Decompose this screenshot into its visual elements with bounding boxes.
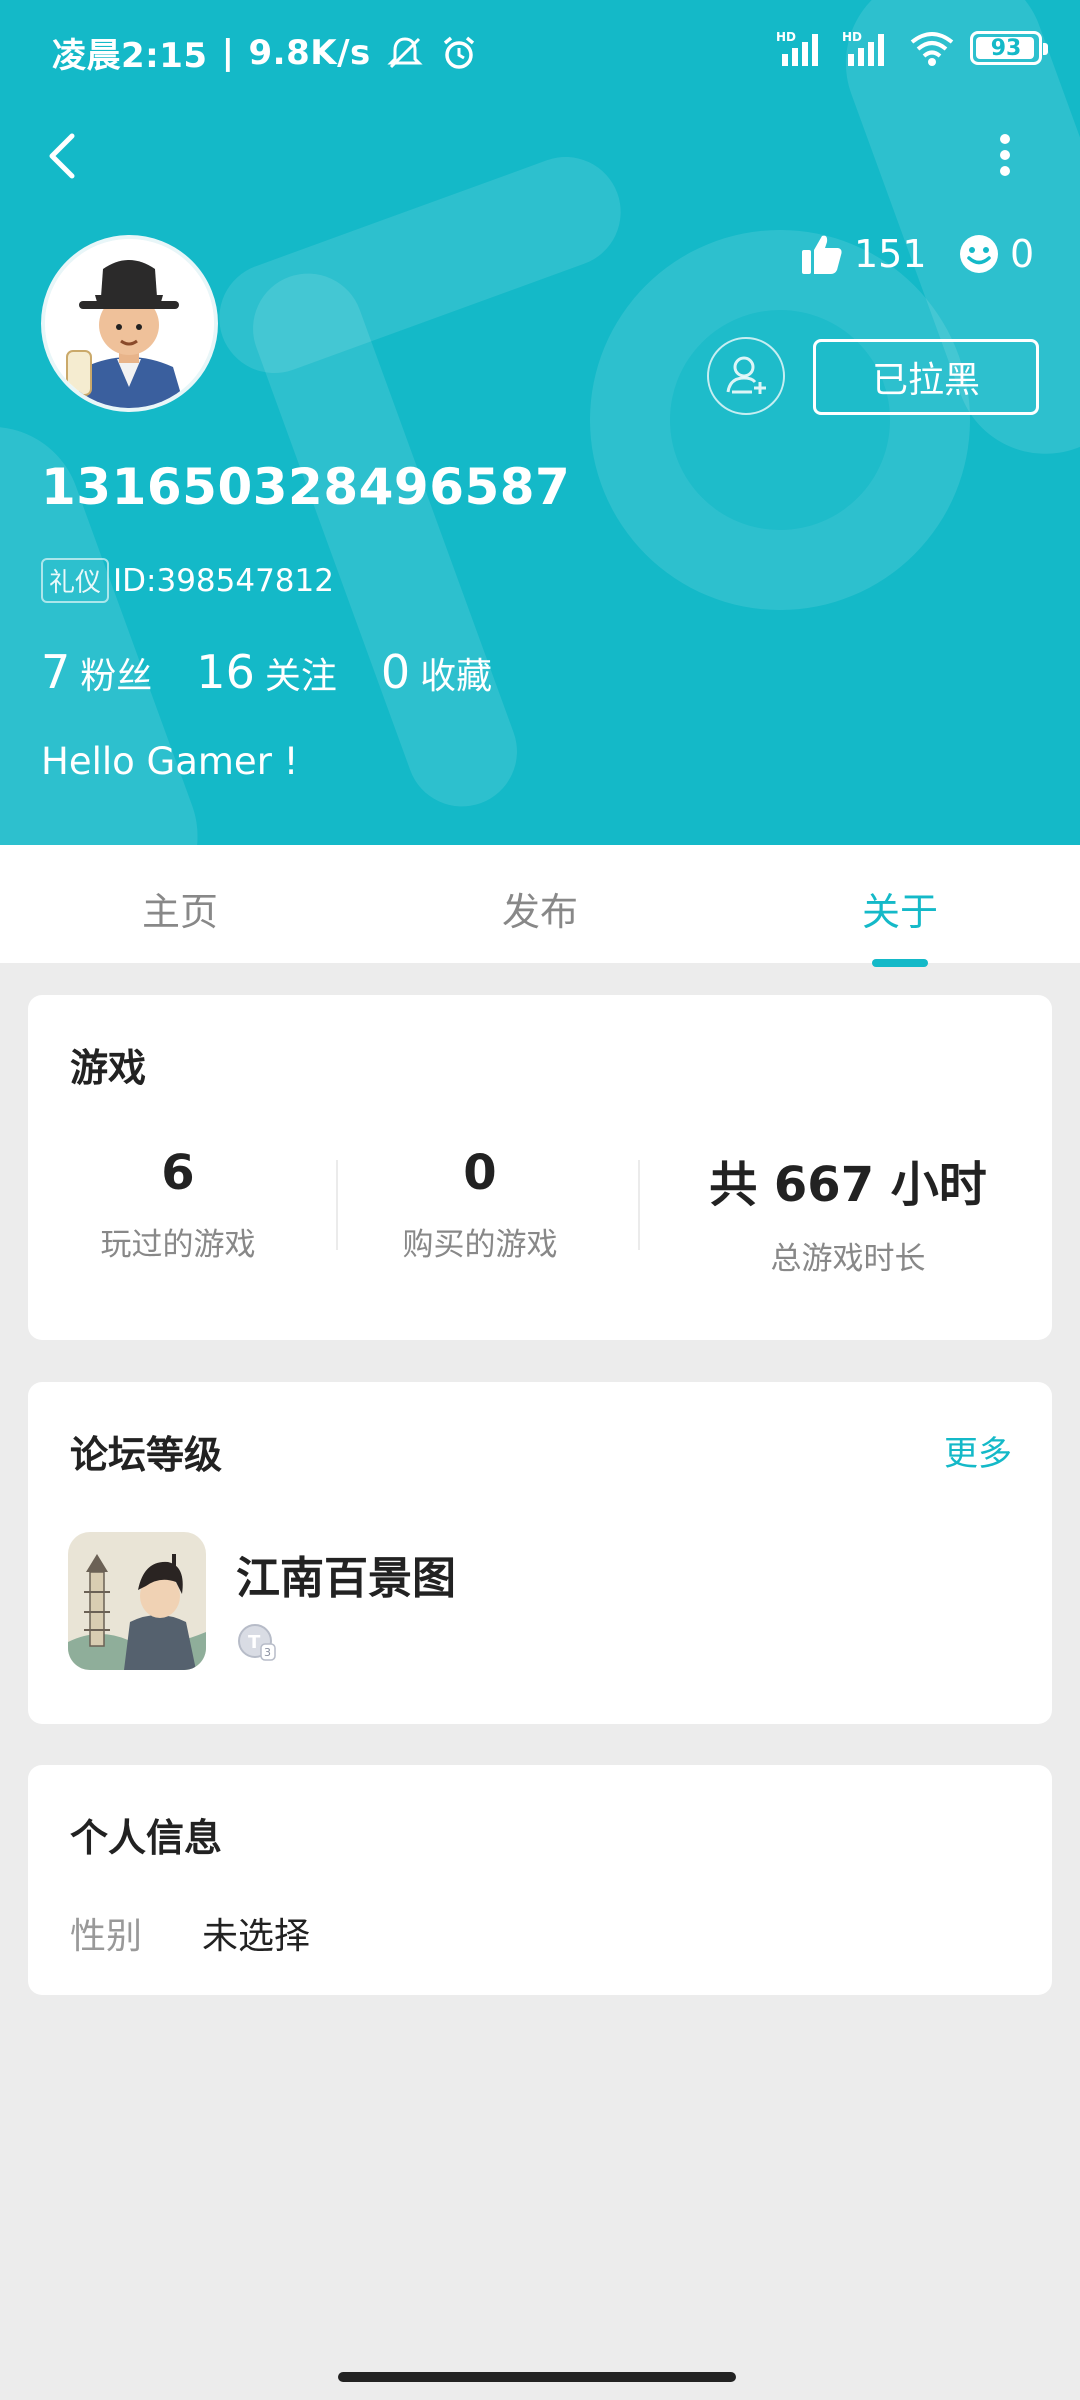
profile-header: 凌晨2:15 | 9.8K/s HD HD 93 151 0 已拉黑 13165…	[0, 0, 1080, 845]
smiles-counter[interactable]: 0	[958, 232, 1034, 276]
svg-text:T: T	[248, 1632, 261, 1653]
user-id: ID:398547812	[113, 562, 334, 599]
home-indicator[interactable]	[338, 2372, 736, 2382]
personal-info-card: 个人信息 性别 未选择	[28, 1765, 1052, 1995]
tab-posts[interactable]: 发布	[502, 881, 578, 936]
add-user-icon	[726, 356, 766, 394]
status-time: 凌晨2:15	[52, 36, 208, 76]
gender-value: 未选择	[202, 1916, 311, 1957]
played-games-stat[interactable]: 6 玩过的游戏	[68, 1145, 288, 1264]
avatar[interactable]	[41, 235, 218, 412]
total-playtime-value: 共 667 小时	[709, 1157, 987, 1213]
signal-icon-2: HD	[842, 30, 884, 66]
total-playtime-stat[interactable]: 共 667 小时 总游戏时长	[678, 1145, 1018, 1278]
forum-game-name[interactable]: 江南百景图	[236, 1542, 456, 1606]
likes-counter[interactable]: 151	[800, 232, 927, 276]
level-badge-icon: T 3	[238, 1624, 276, 1661]
battery-indicator: 93	[970, 31, 1048, 65]
more-vertical-icon	[1000, 134, 1010, 176]
svg-text:3: 3	[264, 1646, 271, 1659]
tab-about[interactable]: 关于	[862, 881, 938, 936]
played-games-count: 6	[161, 1145, 195, 1201]
signal-icon-1: HD	[776, 30, 818, 66]
game-icon[interactable]	[68, 1532, 206, 1670]
bought-games-count: 0	[463, 1145, 497, 1201]
following-label[interactable]: 关注	[265, 647, 337, 699]
profile-tabs: 主页 发布 关于	[0, 845, 1080, 963]
games-card: 游戏 6 玩过的游戏 0 购买的游戏 共 667 小时 总游戏时长	[28, 995, 1052, 1340]
username: 131650328496587	[41, 458, 571, 516]
smiley-icon	[960, 235, 998, 273]
avatar-illustration	[45, 239, 214, 408]
bought-games-stat[interactable]: 0 购买的游戏	[370, 1145, 590, 1264]
tab-home[interactable]: 主页	[142, 881, 218, 936]
thumbs-up-icon	[802, 235, 842, 274]
favorites-count[interactable]: 0	[381, 645, 410, 699]
wifi-icon	[910, 32, 954, 66]
divider	[336, 1160, 338, 1250]
likes-count: 151	[854, 232, 927, 276]
gender-key: 性别	[70, 1916, 143, 1957]
blocked-button[interactable]: 已拉黑	[813, 339, 1039, 415]
games-title: 游戏	[70, 1046, 147, 1090]
etiquette-badge[interactable]: 礼仪	[41, 558, 110, 603]
smiles-count: 0	[1010, 232, 1035, 276]
status-bar: 凌晨2:15 | 9.8K/s HD HD 93	[0, 0, 1080, 100]
played-games-label: 玩过的游戏	[100, 1227, 256, 1263]
game-cover-art	[68, 1532, 206, 1670]
mute-bell-icon	[387, 36, 423, 68]
favorites-label[interactable]: 收藏	[420, 647, 492, 699]
svg-text:HD: HD	[842, 30, 862, 44]
add-friend-button[interactable]	[707, 337, 785, 415]
battery-level: 93	[990, 35, 1022, 61]
chevron-left-icon	[49, 133, 75, 179]
forum-level-title: 论坛等级	[70, 1433, 223, 1477]
personal-info-title: 个人信息	[70, 1816, 223, 1860]
forum-level-card: 论坛等级 更多 江南百景图 T 3	[28, 1382, 1052, 1724]
forum-more-link[interactable]: 更多	[944, 1426, 1012, 1475]
bio: Hello Gamer !	[41, 740, 299, 783]
fans-label[interactable]: 粉丝	[80, 647, 152, 699]
active-tab-indicator	[872, 959, 928, 967]
following-count[interactable]: 16	[196, 645, 255, 699]
fans-count[interactable]: 7	[41, 645, 70, 699]
status-net-speed: 9.8K/s	[248, 32, 371, 73]
alarm-icon	[443, 36, 474, 69]
bought-games-label: 购买的游戏	[402, 1227, 558, 1263]
taptap-watermark	[0, 0, 1080, 845]
id-row: 礼仪 ID:398547812	[41, 558, 334, 603]
divider	[638, 1160, 640, 1250]
more-options-button[interactable]	[985, 128, 1025, 188]
svg-text:HD: HD	[776, 30, 796, 44]
gender-row: 性别 未选择	[70, 1907, 310, 1959]
social-stats: 7 粉丝 16 关注 0 收藏	[41, 645, 536, 699]
total-playtime-label: 总游戏时长	[770, 1241, 926, 1277]
back-button[interactable]	[36, 126, 96, 186]
